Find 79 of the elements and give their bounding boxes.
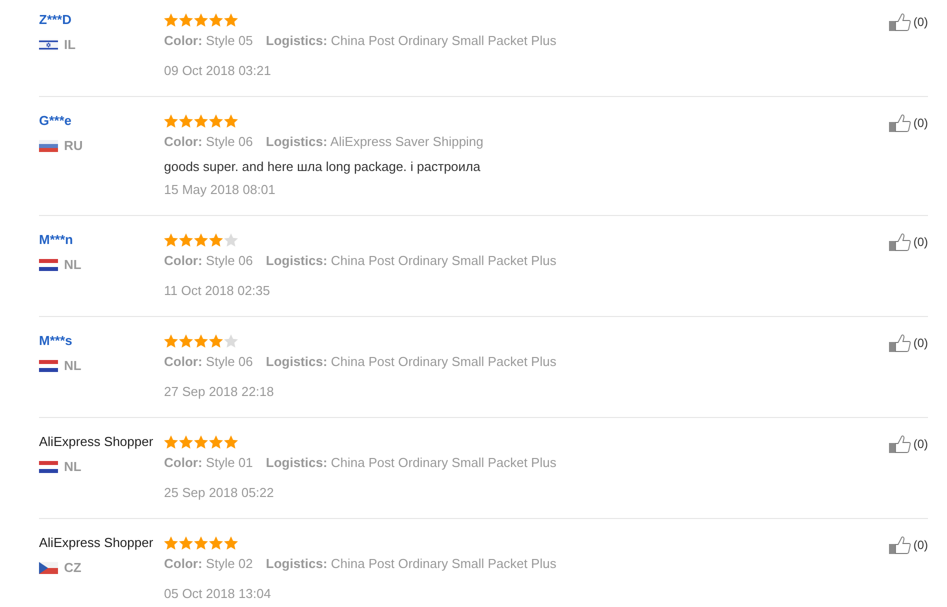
flag-icon [39,461,58,473]
attribute-text: Logistics: China Post Ordinary Small Packet Plus [266,353,556,371]
star-icon [179,536,193,550]
attribute-text: Color: Style 02 [164,555,253,573]
reviewer-name[interactable]: M***s [39,332,72,350]
thumbs-up-icon [889,334,912,352]
star-icon [194,233,208,247]
star-icon [194,435,208,449]
country-code: CZ [64,559,82,577]
flag-icon [39,140,58,152]
star-icon [194,114,208,128]
thumbs-up-icon [889,435,912,453]
attribute-text: Color: Style 06 [164,252,253,270]
review-date: 25 Sep 2018 05:22 [164,484,274,502]
reviewer-name[interactable]: G***e [39,112,72,130]
flag-icon [39,259,58,271]
star-icon [194,13,208,27]
review-date: 09 Oct 2018 03:21 [164,62,271,80]
like-button[interactable]: (0) [889,233,928,251]
reviewer-name: AliExpress Shopper [39,433,154,451]
star-icon [164,233,178,247]
thumbs-up-icon [889,13,912,31]
review-date: 15 May 2018 08:01 [164,181,276,199]
star-icon [224,233,238,247]
reviewer-name: AliExpress Shopper [39,534,154,552]
star-icon [209,13,223,27]
attribute-text: Color: Style 01 [164,454,253,472]
thumbs-up-icon [889,233,912,251]
star-icon [209,334,223,348]
star-icon [164,435,178,449]
star-icon [194,334,208,348]
star-icon [194,536,208,550]
country-code: RU [64,137,83,155]
flag-icon [39,39,58,51]
like-button[interactable]: (0) [889,536,928,554]
thumbs-up-icon [889,114,912,132]
star-icon [179,435,193,449]
star-icon [224,13,238,27]
flag-icon [39,562,58,574]
star-icon [179,13,193,27]
attribute-text: Color: Style 06 [164,353,253,371]
star-icon [209,114,223,128]
attribute-text: Logistics: China Post Ordinary Small Packet Plus [266,454,556,472]
review-date: 05 Oct 2018 13:04 [164,585,271,603]
attribute-text: Color: Style 05 [164,32,253,50]
attribute-text: Logistics: China Post Ordinary Small Packet Plus [266,252,556,270]
star-icon [224,334,238,348]
attribute-text: Logistics: China Post Ordinary Small Packet Plus [266,555,556,573]
like-button[interactable]: (0) [889,13,928,31]
thumbs-up-icon [889,536,912,554]
star-icon [209,233,223,247]
review-text: goods super. and here шла long package. і растроила [164,158,480,176]
star-icon [164,536,178,550]
country-code: NL [64,458,82,476]
reviewer-name[interactable]: Z***D [39,11,72,29]
star-icon [209,435,223,449]
attribute-text: Logistics: China Post Ordinary Small Packet Plus [266,32,556,50]
country-code: NL [64,256,82,274]
star-icon [179,114,193,128]
star-icon [209,536,223,550]
attribute-text: Color: Style 06 [164,133,253,151]
star-icon [224,114,238,128]
like-button[interactable]: (0) [889,334,928,352]
review-date: 27 Sep 2018 22:18 [164,383,274,401]
country-code: IL [64,36,76,54]
star-icon [179,334,193,348]
star-icon [224,536,238,550]
star-icon [164,334,178,348]
review-date: 11 Oct 2018 02:35 [164,282,270,300]
star-icon [164,114,178,128]
star-icon [164,13,178,27]
flag-icon [39,360,58,372]
reviewer-name[interactable]: M***n [39,231,73,249]
attribute-text: Logistics: AliExpress Saver Shipping [266,133,484,151]
like-button[interactable]: (0) [889,114,928,132]
star-icon [224,435,238,449]
country-code: NL [64,357,82,375]
star-icon [179,233,193,247]
like-button[interactable]: (0) [889,435,928,453]
